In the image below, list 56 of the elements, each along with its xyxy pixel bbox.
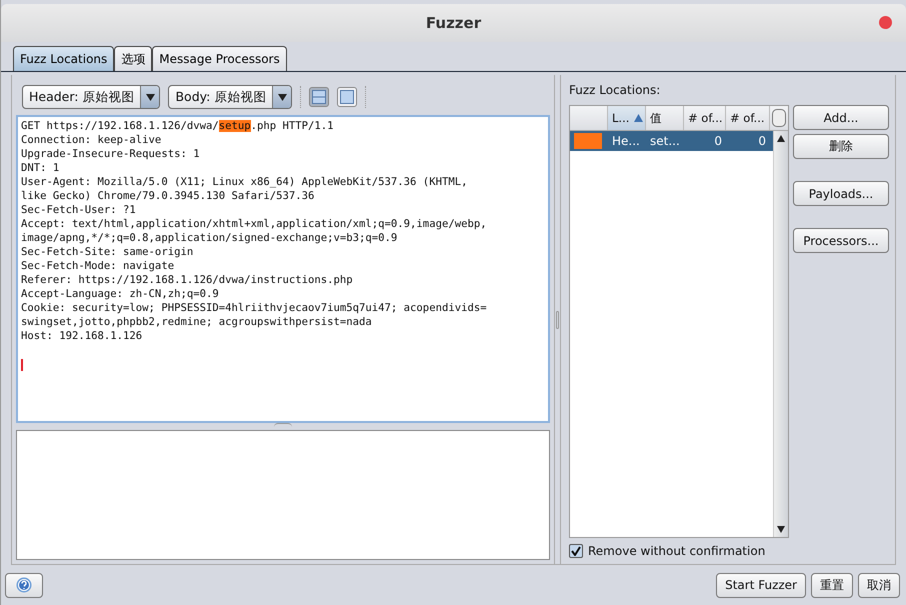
- request-line: Host: 192.168.1.126: [21, 329, 144, 343]
- caret-icon: [278, 94, 287, 100]
- sort-ascending-icon: [634, 114, 644, 122]
- request-line: Accept-Language: zh-CN,zh;q=0.9: [21, 287, 220, 301]
- request-line: Connection: keep-alive: [21, 133, 162, 147]
- request-line: DNT: 1: [21, 161, 60, 175]
- dialog-button[interactable]: 重置: [811, 572, 853, 598]
- action-button[interactable]: Add...: [793, 105, 889, 130]
- table-cell-text: He...: [611, 134, 641, 148]
- request-line: Sec-Fetch-Mode: navigate: [21, 259, 176, 273]
- layout-toggle-button[interactable]: [337, 87, 358, 107]
- text-cursor: [21, 359, 22, 371]
- request-line: image/apng,*/*;q=0.8,application/signed-exchange;v=b3;q=0.9: [21, 231, 398, 245]
- request-line: Upgrade-Insecure-Requests: 1: [21, 147, 201, 161]
- request-line: Cookie: security=low; PHPSESSID=4hlriithvjecaov7ium5q7ui47; acopendivids=: [21, 301, 488, 315]
- request-line: GET https://192.168.1.126/dvwa/setup.php HTTP/1.1: [21, 119, 335, 133]
- column-header[interactable]: # of...: [684, 106, 726, 130]
- window-title: Fuzzer: [426, 14, 482, 32]
- request-line: like Gecko) Chrome/79.0.3945.130 Safari/537.36: [21, 189, 316, 203]
- table-cell-text: set...: [649, 134, 681, 148]
- help-button[interactable]: [5, 572, 43, 598]
- tab[interactable]: Message Processors: [152, 46, 287, 71]
- action-button[interactable]: 删除: [793, 134, 889, 159]
- request-line: swingset,jotto,phpbb2,redmine; acgroupswithpersist=nada: [21, 315, 373, 329]
- column-header[interactable]: # of...: [726, 106, 770, 130]
- caret-icon: [146, 94, 155, 100]
- request-line: Referer: https://192.168.1.126/dvwa/instructions.php: [21, 273, 354, 287]
- table-row[interactable]: He... set... 0 0: [570, 131, 773, 151]
- view-dropdown[interactable]: Body: 原始视图: [168, 85, 292, 109]
- layout-toggle-button[interactable]: [309, 87, 330, 107]
- view-dropdown[interactable]: Header: 原始视图: [22, 85, 160, 109]
- scrollbar[interactable]: [773, 131, 788, 537]
- section-label: Fuzz Locations:: [569, 83, 662, 97]
- tab[interactable]: Fuzz Locations: [13, 46, 114, 71]
- column-header[interactable]: 值: [646, 106, 684, 130]
- request-line: Sec-Fetch-User: ?1: [21, 203, 137, 217]
- request-line: Sec-Fetch-Site: same-origin: [21, 245, 194, 259]
- table-cell-text: 0: [757, 134, 767, 148]
- scroll-down-icon[interactable]: [777, 526, 785, 533]
- action-button[interactable]: Processors...: [793, 228, 889, 253]
- checkbox[interactable]: [569, 544, 583, 558]
- column-chooser-icon[interactable]: [772, 109, 786, 127]
- close-icon[interactable]: [879, 16, 892, 29]
- scroll-up-icon[interactable]: [777, 135, 785, 142]
- dialog-button[interactable]: 取消: [858, 572, 900, 598]
- tab[interactable]: 选项: [114, 46, 152, 71]
- action-button[interactable]: Payloads...: [793, 181, 889, 206]
- table-cell-text: 0: [713, 134, 723, 148]
- request-line: User-Agent: Mozilla/5.0 (X11; Linux x86_64) AppleWebKit/537.36 (KHTML,: [21, 175, 468, 189]
- help-icon: [16, 577, 32, 593]
- dialog-button[interactable]: Start Fuzzer: [716, 572, 806, 598]
- splitter-handle[interactable]: [556, 310, 559, 328]
- request-editor[interactable]: [16, 115, 550, 423]
- column-header[interactable]: L...: [608, 106, 646, 130]
- checkbox-label: Remove without confirmation: [588, 544, 766, 558]
- request-line: Accept: text/html,application/xhtml+xml,application/xml;q=0.9,image/webp,: [21, 217, 488, 231]
